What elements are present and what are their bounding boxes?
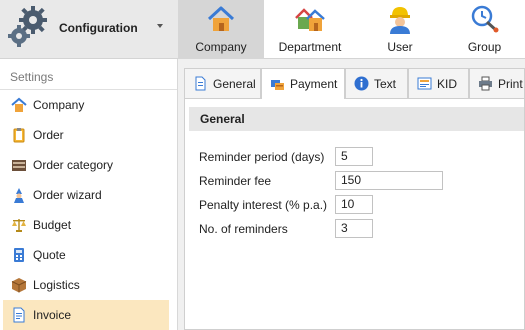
tab-print[interactable]: Print	[469, 68, 525, 98]
houses-icon	[295, 8, 325, 31]
sidebar-item-company[interactable]: Company	[3, 90, 169, 120]
tab-payment[interactable]: Payment	[261, 68, 345, 99]
ribbon-user-button[interactable]: User	[356, 0, 444, 59]
sidebar-item-label: Invoice	[33, 308, 72, 322]
penalty-interest-label: Penalty interest (% p.a.)	[199, 198, 328, 212]
tab-general[interactable]: General	[184, 68, 261, 98]
tab-kid[interactable]: KID	[408, 68, 469, 98]
ribbon-group-label: Group	[467, 40, 502, 54]
num-reminders-label: No. of reminders	[199, 222, 288, 236]
sidebar-item-label: Order category	[33, 158, 114, 172]
invoice-icon	[13, 307, 25, 323]
payment-panel: General Reminder period (days) 5 Reminde…	[184, 98, 525, 330]
document-icon	[195, 76, 206, 91]
tab-general-label: General	[213, 76, 256, 91]
wizard-icon	[14, 188, 24, 203]
house-icon	[207, 6, 235, 31]
sidebar-item-label: Order	[33, 128, 64, 142]
ribbon-department-label: Department	[278, 40, 342, 54]
sidebar-item-label: Logistics	[33, 278, 80, 292]
config-header[interactable]: Configuration	[0, 0, 178, 59]
ribbon-company-button[interactable]: Company	[178, 0, 264, 59]
sidebar-title: Settings	[10, 70, 54, 84]
category-icon	[12, 160, 26, 171]
sidebar-item-budget[interactable]: Budget	[3, 210, 169, 240]
sidebar-item-order-category[interactable]: Order category	[3, 150, 169, 180]
tab-strip: General Payment Text KID Print	[184, 68, 525, 99]
sidebar-item-label: Order wizard	[33, 188, 102, 202]
scales-icon	[12, 219, 26, 232]
sidebar-item-logistics[interactable]: Logistics	[3, 270, 169, 300]
group-tools-icon	[471, 5, 498, 33]
sidebar-item-label: Quote	[33, 248, 66, 262]
num-reminders-input[interactable]: 3	[335, 219, 373, 238]
house-icon	[11, 97, 27, 112]
reminder-fee-input[interactable]: 150	[335, 171, 443, 190]
tab-kid-label: KID	[437, 76, 458, 91]
reminder-period-input[interactable]: 5	[335, 147, 373, 166]
sidebar-item-quote[interactable]: Quote	[3, 240, 169, 270]
tab-print-label: Print	[498, 76, 523, 91]
payment-icon	[271, 79, 284, 90]
group-header: General	[189, 107, 524, 131]
sidebar-item-label: Company	[33, 98, 85, 112]
info-icon	[354, 76, 369, 91]
tab-text-label: Text	[374, 76, 397, 91]
kid-icon	[417, 77, 432, 90]
group-title: General	[200, 112, 245, 126]
reminder-period-label: Reminder period (days)	[199, 150, 325, 164]
config-title: Configuration	[59, 21, 138, 35]
worker-icon	[390, 7, 410, 34]
ribbon-toolbar: Company Department User Group	[178, 0, 525, 59]
reminder-fee-label: Reminder fee	[199, 174, 272, 188]
content-area: General Payment Text KID Print General R…	[178, 59, 525, 330]
clipboard-icon	[13, 128, 25, 143]
settings-sidebar: Settings Company Order Order category Or…	[0, 59, 178, 330]
calculator-icon	[14, 248, 24, 262]
box-icon	[11, 278, 27, 293]
tab-text[interactable]: Text	[345, 68, 408, 98]
tab-payment-label: Payment	[290, 77, 338, 91]
printer-icon	[479, 76, 492, 91]
ribbon-user-label: User	[387, 40, 413, 54]
sidebar-item-label: Budget	[33, 218, 72, 232]
sidebar-item-invoice[interactable]: Invoice	[3, 300, 169, 330]
ribbon-company-label: Company	[195, 40, 247, 54]
sidebar-item-order[interactable]: Order	[3, 120, 169, 150]
penalty-interest-input[interactable]: 10	[335, 195, 373, 214]
sidebar-item-order-wizard[interactable]: Order wizard	[3, 180, 169, 210]
ribbon-group-button[interactable]: Group	[444, 0, 525, 59]
gears-icon	[8, 6, 47, 47]
ribbon-department-button[interactable]: Department	[264, 0, 356, 59]
chevron-down-icon[interactable]	[157, 24, 163, 28]
